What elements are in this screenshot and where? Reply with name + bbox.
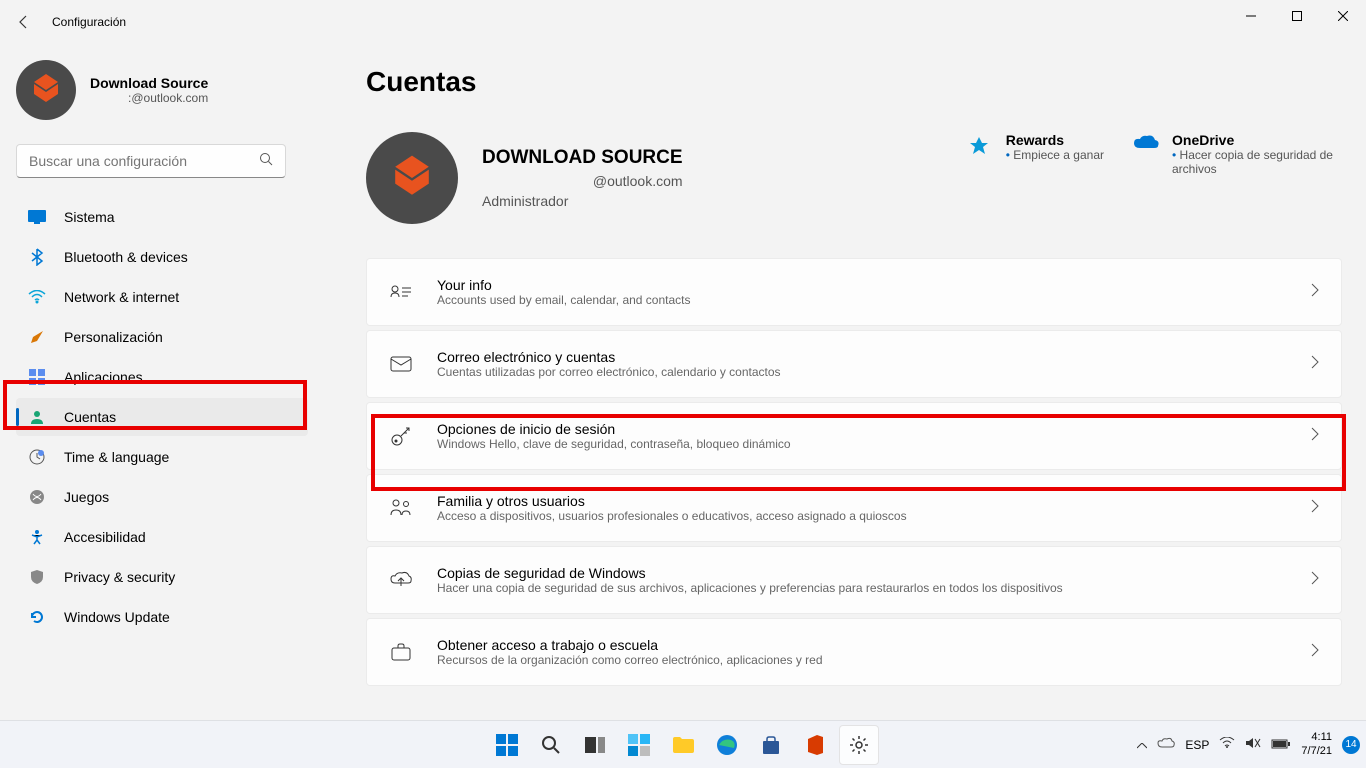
- user-name: DOWNLOAD SOURCE: [482, 147, 683, 169]
- bluetooth-icon: [28, 248, 46, 266]
- key-icon: [389, 425, 413, 447]
- onedrive-tray-icon[interactable]: [1157, 737, 1175, 752]
- xbox-icon: [28, 488, 46, 506]
- display-icon: [28, 208, 46, 226]
- person-icon: [28, 408, 46, 426]
- window-title: Configuración: [52, 15, 126, 29]
- clock-tray[interactable]: 4:11 7/7/21: [1301, 731, 1332, 757]
- apps-icon: [28, 368, 46, 386]
- nav-list: Sistema Bluetooth & devices Network & in…: [16, 198, 308, 636]
- id-icon: [389, 284, 413, 300]
- maximize-button[interactable]: [1274, 0, 1320, 32]
- update-icon: [28, 608, 46, 626]
- briefcase-icon: [389, 643, 413, 661]
- profile-block[interactable]: Download Source :@outlook.com: [16, 60, 310, 120]
- chevron-right-icon: [1311, 499, 1319, 518]
- search-input-wrapper[interactable]: [16, 144, 286, 178]
- accessibility-icon: [28, 528, 46, 546]
- nav-personalizacion[interactable]: Personalización: [16, 318, 308, 356]
- office-button[interactable]: [795, 725, 835, 765]
- user-avatar[interactable]: [366, 132, 458, 224]
- setting-backup[interactable]: Copias de seguridad de WindowsHacer una …: [366, 546, 1342, 614]
- tray-chevron-icon[interactable]: [1137, 738, 1147, 752]
- setting-signin-options[interactable]: Opciones de inicio de sesiónWindows Hell…: [366, 402, 1342, 470]
- taskbar: ESP 4:11 7/7/21 14: [0, 720, 1366, 768]
- avatar: [16, 60, 76, 120]
- onedrive-title: OneDrive: [1172, 132, 1342, 148]
- nav-accesibilidad[interactable]: Accesibilidad: [16, 518, 308, 556]
- edge-button[interactable]: [707, 725, 747, 765]
- onedrive-card[interactable]: OneDrive Hacer copia de seguridad de arc…: [1132, 132, 1342, 176]
- battery-tray-icon[interactable]: [1271, 738, 1291, 752]
- explorer-button[interactable]: [663, 725, 703, 765]
- profile-email: :@outlook.com: [90, 91, 208, 105]
- nav-time[interactable]: Time & language: [16, 438, 308, 476]
- search-button[interactable]: [531, 725, 571, 765]
- wifi-icon: [28, 288, 46, 306]
- language-indicator[interactable]: ESP: [1185, 738, 1209, 752]
- onedrive-icon: [1132, 134, 1160, 162]
- search-input[interactable]: [29, 153, 249, 169]
- setting-work-school[interactable]: Obtener acceso a trabajo o escuelaRecurs…: [366, 618, 1342, 686]
- notification-badge[interactable]: 14: [1342, 736, 1360, 754]
- nav-sistema[interactable]: Sistema: [16, 198, 308, 236]
- user-email: @outlook.com: [482, 173, 683, 189]
- rewards-card[interactable]: Rewards Empiece a ganar: [966, 132, 1104, 176]
- chevron-right-icon: [1311, 355, 1319, 374]
- mail-icon: [389, 356, 413, 372]
- nav-juegos[interactable]: Juegos: [16, 478, 308, 516]
- shield-icon: [28, 568, 46, 586]
- widgets-button[interactable]: [619, 725, 659, 765]
- clock-icon: [28, 448, 46, 466]
- setting-email[interactable]: Correo electrónico y cuentasCuentas util…: [366, 330, 1342, 398]
- settings-button[interactable]: [839, 725, 879, 765]
- back-button[interactable]: [4, 2, 44, 42]
- onedrive-sub: Hacer copia de seguridad de archivos: [1172, 148, 1342, 176]
- volume-tray-icon[interactable]: [1245, 736, 1261, 753]
- nav-aplicaciones[interactable]: Aplicaciones: [16, 358, 308, 396]
- chevron-right-icon: [1311, 427, 1319, 446]
- page-title: Cuentas: [366, 66, 1342, 98]
- brush-icon: [28, 328, 46, 346]
- family-icon: [389, 498, 413, 518]
- setting-your-info[interactable]: Your infoAccounts used by email, calenda…: [366, 258, 1342, 326]
- start-button[interactable]: [487, 725, 527, 765]
- profile-name: Download Source: [90, 75, 208, 91]
- nav-privacy[interactable]: Privacy & security: [16, 558, 308, 596]
- close-button[interactable]: [1320, 0, 1366, 32]
- nav-bluetooth[interactable]: Bluetooth & devices: [16, 238, 308, 276]
- nav-update[interactable]: Windows Update: [16, 598, 308, 636]
- nav-network[interactable]: Network & internet: [16, 278, 308, 316]
- chevron-right-icon: [1311, 283, 1319, 302]
- minimize-button[interactable]: [1228, 0, 1274, 32]
- chevron-right-icon: [1311, 571, 1319, 590]
- nav-cuentas[interactable]: Cuentas: [16, 398, 308, 436]
- rewards-icon: [966, 134, 994, 162]
- chevron-right-icon: [1311, 643, 1319, 662]
- store-button[interactable]: [751, 725, 791, 765]
- taskview-button[interactable]: [575, 725, 615, 765]
- rewards-title: Rewards: [1006, 132, 1104, 148]
- setting-family[interactable]: Familia y otros usuariosAcceso a disposi…: [366, 474, 1342, 542]
- search-icon: [259, 152, 273, 171]
- backup-icon: [389, 570, 413, 590]
- rewards-sub: Empiece a ganar: [1006, 148, 1104, 162]
- wifi-tray-icon[interactable]: [1219, 737, 1235, 752]
- user-role: Administrador: [482, 193, 683, 209]
- user-block: DOWNLOAD SOURCE @outlook.com Administrad…: [366, 132, 683, 224]
